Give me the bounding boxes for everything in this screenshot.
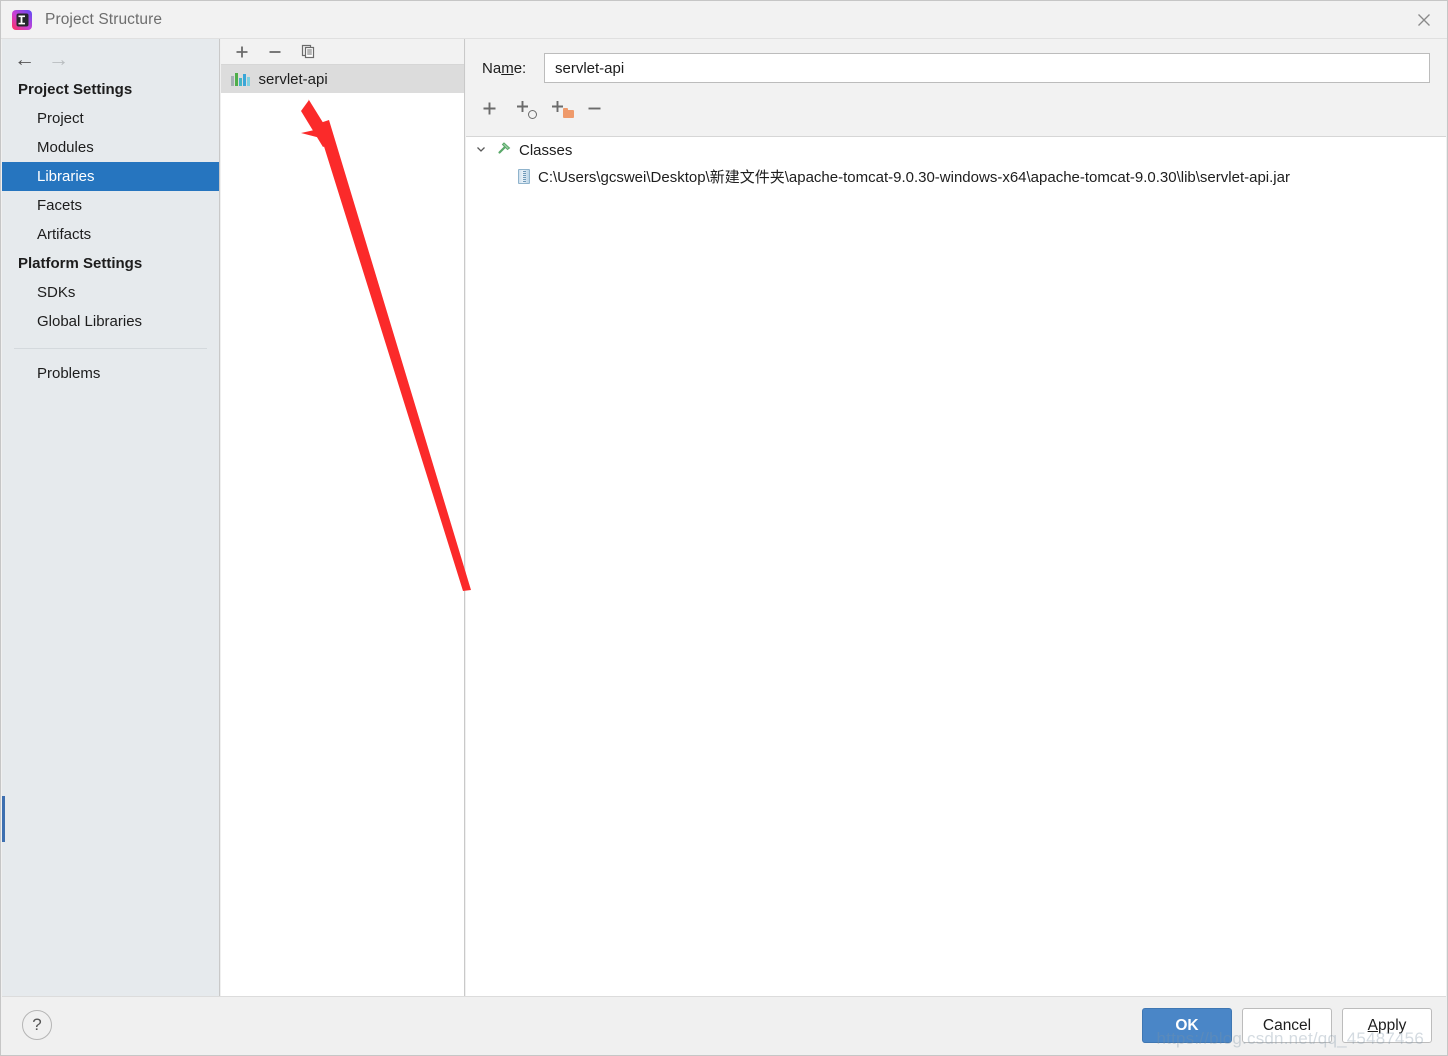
globe-badge-icon <box>528 110 537 119</box>
add-attach-url-button[interactable] <box>513 97 537 119</box>
sidebar-item-project[interactable]: Project <box>2 104 219 133</box>
dialog-button-row: OK Cancel Apply <box>1142 1008 1432 1043</box>
sidebar-group-platform-settings: Platform Settings SDKs Global Libraries <box>2 249 219 336</box>
apply-button[interactable]: Apply <box>1342 1008 1432 1043</box>
attachments-tree: Classes C:\Users\gcswei\Desktop\新建文件夹\ap… <box>466 136 1446 997</box>
tree-leaf-jar[interactable]: C:\Users\gcswei\Desktop\新建文件夹\apache-tom… <box>466 163 1446 189</box>
settings-sidebar: ← → Project Settings Project Modules Lib… <box>2 39 220 997</box>
tree-node-classes[interactable]: Classes <box>466 137 1446 163</box>
folder-badge-icon <box>563 107 574 118</box>
libraries-toolbar <box>221 39 464 65</box>
copy-library-button[interactable] <box>295 41 321 63</box>
ok-button[interactable]: OK <box>1142 1008 1232 1043</box>
arrow-left-icon[interactable]: ← <box>14 49 48 70</box>
add-library-button[interactable] <box>229 41 255 63</box>
sidebar-item-global-libraries[interactable]: Global Libraries <box>2 307 219 336</box>
classes-hammer-icon <box>496 140 512 160</box>
sidebar-item-problems[interactable]: Problems <box>2 359 219 388</box>
apply-label-suffix: pply <box>1377 1016 1407 1034</box>
tree-leaf-label: C:\Users\gcswei\Desktop\新建文件夹\apache-tom… <box>538 168 1290 186</box>
name-label-prefix: Na <box>482 59 502 77</box>
close-icon[interactable] <box>1401 1 1447 38</box>
sidebar-group-project-settings: Project Settings Project Modules Librari… <box>2 75 219 249</box>
list-item-label: servlet-api <box>258 70 328 88</box>
jar-archive-icon <box>518 168 530 184</box>
title-bar: Project Structure <box>1 1 1447 39</box>
libraries-list-panel: servlet-api <box>221 39 465 997</box>
add-attach-directory-button[interactable] <box>548 97 574 119</box>
window-title: Project Structure <box>45 10 163 28</box>
name-label-mnemonic: m <box>501 59 514 77</box>
list-item[interactable]: servlet-api <box>221 65 464 93</box>
dialog-footer: ? OK Cancel Apply https://blog.csdn.net/… <box>2 996 1446 1054</box>
name-field-label: Name: <box>482 60 544 77</box>
help-button[interactable]: ? <box>22 1010 52 1040</box>
sidebar-item-facets[interactable]: Facets <box>2 191 219 220</box>
navigation-arrows: ← → <box>2 43 219 75</box>
attachments-toolbar <box>478 93 1446 123</box>
project-structure-dialog: Project Structure ← → Project Settings P… <box>0 0 1448 1056</box>
sidebar-item-artifacts[interactable]: Artifacts <box>2 220 219 249</box>
tree-node-label: Classes <box>519 141 573 159</box>
add-attach-files-button[interactable] <box>478 97 500 119</box>
sidebar-item-sdks[interactable]: SDKs <box>2 278 219 307</box>
cancel-button[interactable]: Cancel <box>1242 1008 1332 1043</box>
sidebar-item-libraries[interactable]: Libraries <box>2 162 219 191</box>
name-row: Name: <box>466 39 1446 83</box>
intellij-idea-logo-icon <box>11 9 33 31</box>
apply-mnemonic: A <box>1367 1016 1378 1034</box>
sidebar-divider <box>14 348 207 349</box>
sidebar-scroll-accent <box>2 796 5 842</box>
library-name-input[interactable] <box>544 53 1430 83</box>
library-detail-panel: Name: servlet-api Classes C:\Users\gcswe… <box>466 39 1446 997</box>
sidebar-item-modules[interactable]: Modules <box>2 133 219 162</box>
group-title-project-settings: Project Settings <box>18 81 133 98</box>
group-title-platform-settings: Platform Settings <box>18 255 143 272</box>
remove-library-button[interactable] <box>262 41 288 63</box>
library-icon <box>231 72 250 86</box>
remove-attachment-button[interactable] <box>583 97 605 119</box>
name-label-suffix: e: <box>513 59 527 77</box>
chevron-down-icon[interactable] <box>475 143 489 157</box>
arrow-right-icon[interactable]: → <box>48 49 82 70</box>
